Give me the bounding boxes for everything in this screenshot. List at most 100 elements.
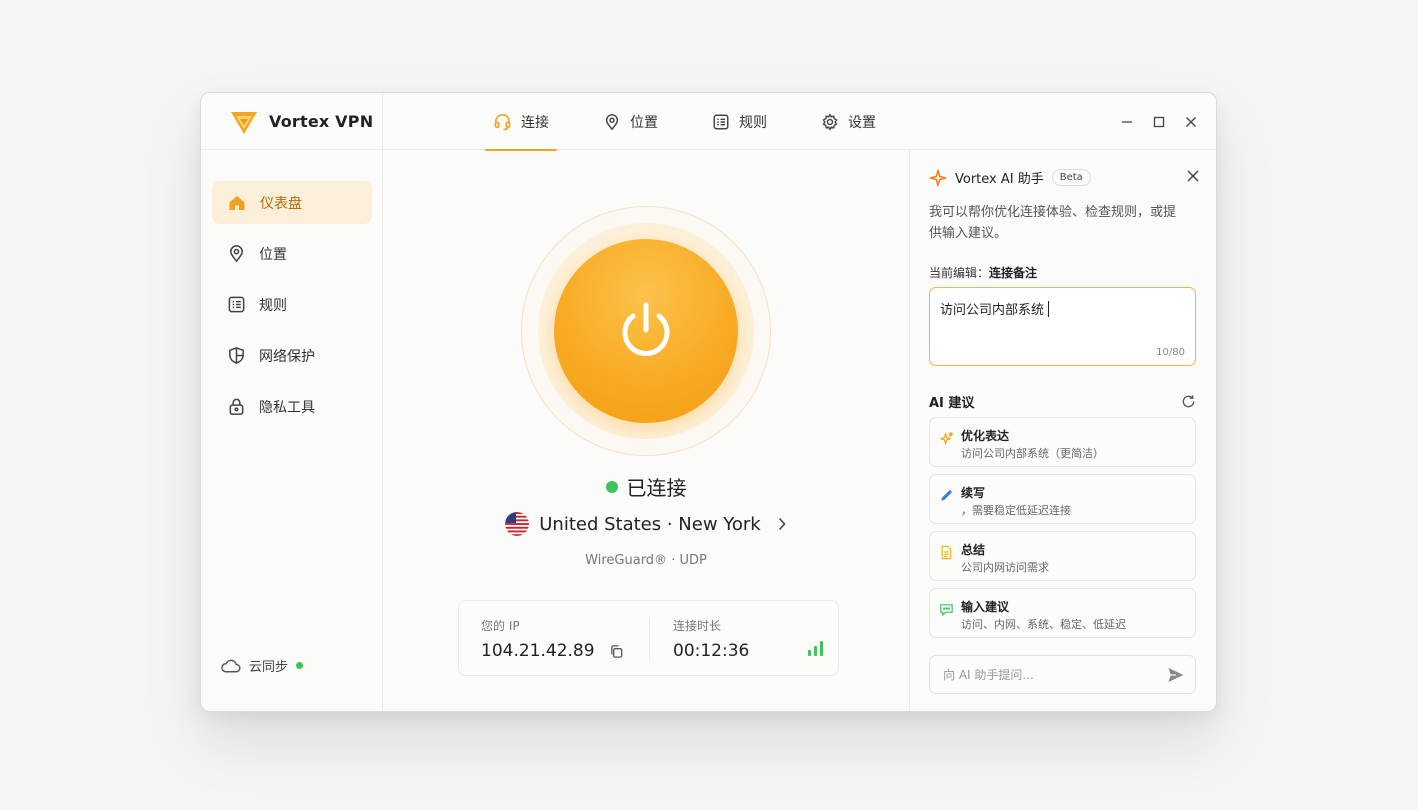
sidebar-item-privacy-tools[interactable]: 隐私工具 <box>212 385 372 428</box>
suggestions-title: AI 建议 <box>929 396 975 411</box>
power-control <box>521 206 771 456</box>
sidebar-item-label: 网络保护 <box>259 348 315 365</box>
location-selector[interactable]: United States · New York <box>383 512 909 536</box>
gear-icon <box>822 112 838 131</box>
edit-label-prefix: 当前编辑： <box>929 266 990 280</box>
duration-info: 连接时长 00:12:36 <box>673 601 823 677</box>
sidebar-item-network-protection[interactable]: 网络保护 <box>212 334 372 377</box>
suggestion-summary[interactable]: 总结 公司内网访问需求 <box>929 531 1196 581</box>
ip-value-row: 104.21.42.89 <box>481 641 646 661</box>
sidebar-item-label: 仪表盘 <box>260 195 302 212</box>
sparkle-icon <box>940 431 954 445</box>
suggestion-title: 续写 <box>961 486 986 500</box>
suggestion-title: 优化表达 <box>961 429 1010 443</box>
vortex-logo-icon <box>231 111 257 134</box>
close-window-button[interactable] <box>1180 111 1202 133</box>
chevron-right-icon <box>778 517 786 531</box>
tab-connect-label: 连接 <box>521 114 549 131</box>
tab-rules[interactable]: 规则 <box>704 93 775 150</box>
suggestion-title: 输入建议 <box>961 600 1010 614</box>
power-icon <box>622 302 670 356</box>
suggestion-text: ，需要稳定低延迟连接 <box>961 504 1071 517</box>
protocol-text: WireGuard® · UDP <box>585 553 707 568</box>
close-icon <box>1186 117 1196 127</box>
ip-value: 104.21.42.89 <box>481 641 595 661</box>
send-icon[interactable] <box>1167 666 1185 684</box>
note-textarea[interactable]: 访问公司内部系统 10/80 <box>929 287 1196 366</box>
location-text: United States · New York <box>539 513 761 535</box>
note-text: 访问公司内部系统 <box>940 303 1045 318</box>
connection-status: 已连接 <box>383 472 909 501</box>
suggestion-input-hints[interactable]: 输入建议 访问、内网、系统、稳定、低延迟 <box>929 588 1196 638</box>
sidebar-item-label: 隐私工具 <box>259 399 315 416</box>
rules-list-icon <box>713 114 729 129</box>
sidebar-item-location[interactable]: 位置 <box>212 232 372 275</box>
edit-target: 连接备注 <box>989 266 1038 280</box>
document-icon <box>941 545 952 560</box>
refresh-icon[interactable] <box>1181 394 1196 409</box>
tab-connect[interactable]: 连接 <box>485 93 557 151</box>
lock-icon <box>229 398 244 415</box>
headset-icon <box>494 114 511 131</box>
suggestion-title: 总结 <box>961 543 986 557</box>
location-pin-icon <box>605 113 619 130</box>
cloud-sync-label: 云同步 <box>249 660 289 675</box>
cloud-icon <box>221 659 241 672</box>
info-divider <box>649 617 650 661</box>
suggestions-list: 优化表达 访问公司内部系统（更简洁） 续写 ，需要稳定低延迟连接 总结 公司内网… <box>929 417 1196 645</box>
suggestion-text: 访问、内网、系统、稳定、低延迟 <box>961 618 1126 631</box>
duration-label: 连接时长 <box>673 619 722 633</box>
tab-settings[interactable]: 设置 <box>813 93 884 150</box>
title-bar: Vortex VPN 连接 位置 规则 设置 <box>201 93 1216 151</box>
duration-value: 00:12:36 <box>673 641 750 661</box>
chat-icon <box>940 604 953 617</box>
dashboard-main: 已连接 United States · New York WireGuard® … <box>383 150 909 711</box>
sidebar-item-rules[interactable]: 规则 <box>212 283 372 326</box>
power-button[interactable] <box>554 239 738 423</box>
sidebar-nav: 仪表盘 位置 规则 网络保护 隐私工具 <box>212 181 372 436</box>
char-counter: 10/80 <box>1156 347 1185 358</box>
pencil-icon <box>941 490 952 501</box>
ip-label: 您的 IP <box>481 619 520 633</box>
sidebar-item-label: 位置 <box>259 246 287 263</box>
maximize-button[interactable] <box>1148 111 1170 133</box>
cloud-sync-status[interactable]: 云同步 <box>220 656 304 675</box>
tab-settings-label: 设置 <box>848 114 876 131</box>
tab-location-label: 位置 <box>630 114 658 131</box>
suggestion-optimize[interactable]: 优化表达 访问公司内部系统（更简洁） <box>929 417 1196 467</box>
ai-panel-title: Vortex AI 助手 <box>955 172 1044 187</box>
ai-panel-header: Vortex AI 助手 Beta <box>929 168 1201 187</box>
shield-icon <box>229 347 244 364</box>
close-icon[interactable] <box>1185 168 1201 184</box>
window-controls <box>1106 111 1202 133</box>
ai-description: 我可以帮你优化连接体验、检查规则，或提供输入建议。 <box>929 205 1177 241</box>
status-text: 已连接 <box>626 476 687 500</box>
suggestion-continue[interactable]: 续写 ，需要稳定低延迟连接 <box>929 474 1196 524</box>
ai-assistant-panel: Vortex AI 助手 Beta 我可以帮你优化连接体验、检查规则，或提供输入… <box>909 150 1216 711</box>
sidebar-item-label: 规则 <box>259 297 287 314</box>
status-dot <box>605 480 618 493</box>
brand: Vortex VPN <box>201 93 383 150</box>
minimize-icon <box>1122 121 1132 123</box>
sync-status-dot <box>296 662 304 669</box>
us-flag-icon <box>505 512 530 536</box>
home-icon <box>229 195 245 210</box>
connection-info-card: 您的 IP 104.21.42.89 连接时长 00:12:36 <box>458 600 839 676</box>
tab-rules-label: 规则 <box>739 114 767 131</box>
suggestion-text: 公司内网访问需求 <box>961 561 1049 574</box>
suggestion-text: 访问公司内部系统（更简洁） <box>961 447 1104 460</box>
app-window: Vortex VPN 连接 位置 规则 设置 仪表盘 位置 规则 网络保护 隐私… <box>200 92 1217 712</box>
ip-info: 您的 IP 104.21.42.89 <box>481 601 646 677</box>
copy-icon[interactable] <box>609 644 624 659</box>
rules-list-icon <box>228 296 245 313</box>
current-edit-label: 当前编辑：连接备注 <box>929 264 1037 281</box>
signal-strength-icon <box>808 641 823 656</box>
beta-badge: Beta <box>1051 169 1091 186</box>
sidebar-item-dashboard[interactable]: 仪表盘 <box>212 181 372 224</box>
sparkle-icon <box>929 169 947 186</box>
tab-location[interactable]: 位置 <box>595 93 666 150</box>
maximize-icon <box>1153 116 1165 128</box>
suggestions-header: AI 建议 <box>929 392 1196 411</box>
ai-ask-input[interactable] <box>941 666 1151 683</box>
minimize-button[interactable] <box>1116 111 1138 133</box>
